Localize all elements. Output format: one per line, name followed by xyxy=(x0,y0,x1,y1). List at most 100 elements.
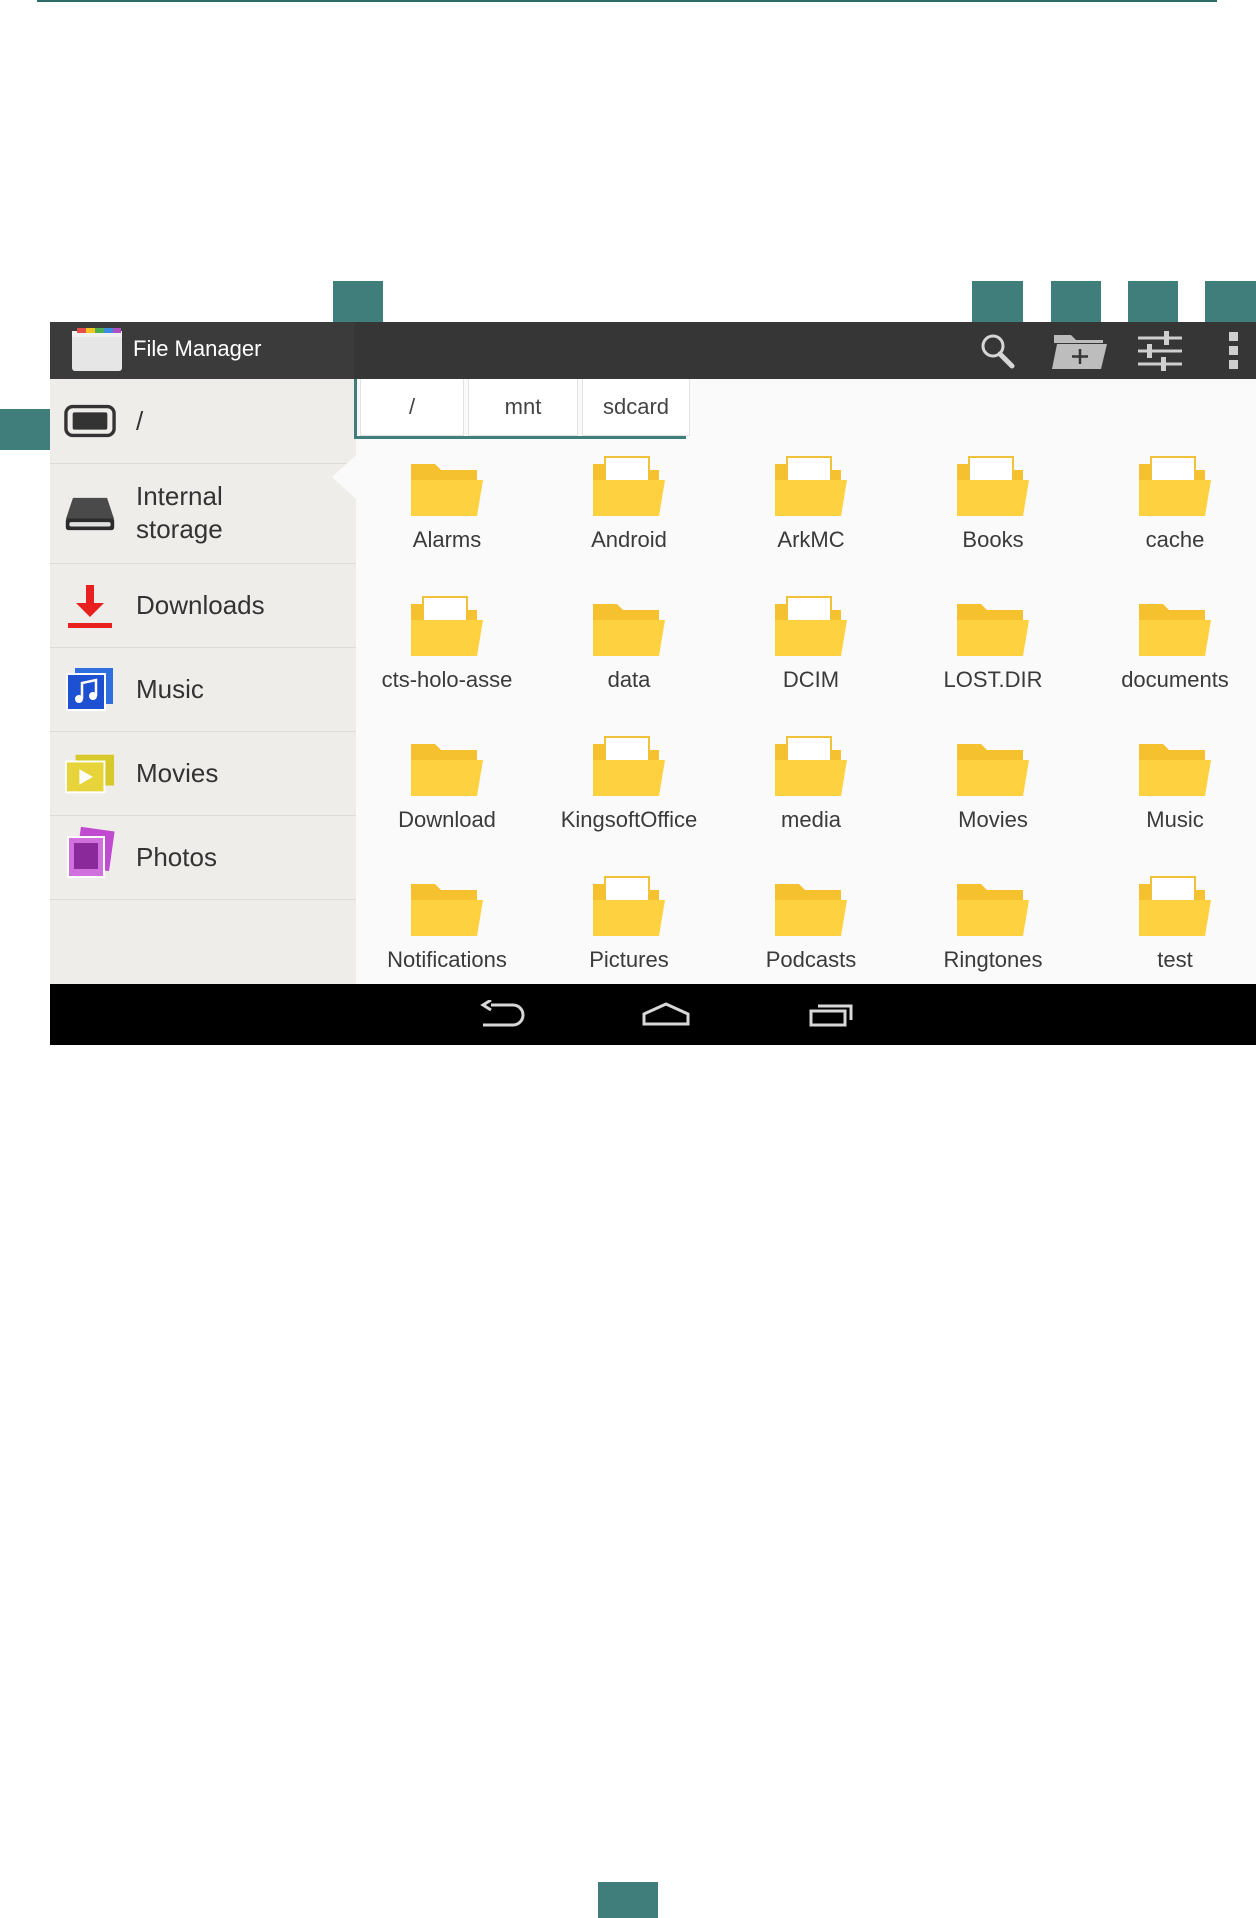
tablet-screen: File Manager / Internal storage Download… xyxy=(50,322,1256,1045)
drawer-item-downloads[interactable]: Downloads xyxy=(50,564,356,648)
folder-name: Music xyxy=(1146,807,1204,832)
folder-name: Pictures xyxy=(589,947,669,972)
top-rule xyxy=(37,0,1217,2)
folder-icon xyxy=(957,456,1029,516)
folder-icon xyxy=(775,884,847,936)
folder-icon xyxy=(1139,744,1211,796)
folder-name: DCIM xyxy=(782,667,840,692)
breadcrumb: / mnt sdcard xyxy=(356,379,694,439)
folder-item[interactable]: Podcasts xyxy=(720,864,902,1004)
folder-name: data xyxy=(607,667,651,692)
folder-name: LOST.DIR xyxy=(943,667,1043,692)
search-icon xyxy=(981,334,1015,368)
callout-marker-new-folder xyxy=(1051,281,1101,322)
breadcrumb-root[interactable]: / xyxy=(360,379,464,436)
folder-item[interactable]: test xyxy=(1084,864,1256,1004)
folder-item[interactable]: Ringtones xyxy=(902,864,1084,1004)
drawer-item-label: Photos xyxy=(136,842,217,872)
navigation-drawer: / Internal storage Downloads Music Movie… xyxy=(50,379,356,984)
storage-drive-icon xyxy=(64,492,116,536)
folder-item[interactable]: Pictures xyxy=(538,864,720,1004)
folder-item[interactable]: LOST.DIR xyxy=(902,584,1084,724)
folder-item[interactable]: Movies xyxy=(902,724,1084,864)
folder-item[interactable]: Download xyxy=(356,724,538,864)
drawer-item-label: Movies xyxy=(136,758,219,788)
folder-item[interactable]: Notifications xyxy=(356,864,538,1004)
overflow-menu-button[interactable] xyxy=(1210,322,1256,379)
breadcrumb-sdcard[interactable]: sdcard xyxy=(582,379,690,436)
folder-item[interactable]: documents xyxy=(1084,584,1256,724)
drawer-item-internal-storage[interactable]: Internal storage xyxy=(50,464,356,564)
app-title-area[interactable]: File Manager xyxy=(50,322,354,379)
recents-button[interactable] xyxy=(801,998,861,1032)
folder-item[interactable]: cts-holo-asse xyxy=(356,584,538,724)
drawer-item-label: Downloads xyxy=(136,590,265,620)
settings-button[interactable] xyxy=(1125,322,1195,379)
home-icon xyxy=(642,1002,690,1026)
new-folder-button[interactable] xyxy=(1040,322,1120,379)
home-button[interactable] xyxy=(636,998,696,1032)
page-number-marker xyxy=(598,1882,658,1918)
folder-icon xyxy=(957,884,1029,936)
overflow-menu-icon xyxy=(1229,331,1238,369)
folder-icon xyxy=(775,456,847,516)
folder-name: Alarms xyxy=(412,527,482,552)
callout-marker-drawer xyxy=(0,409,50,450)
folder-icon xyxy=(411,744,483,796)
app-title: File Manager xyxy=(133,336,262,361)
folder-icon xyxy=(1139,456,1211,516)
folder-item[interactable]: KingsoftOffice xyxy=(538,724,720,864)
callout-marker-breadcrumb xyxy=(333,281,383,322)
folder-name: Notifications xyxy=(387,947,507,972)
folder-item[interactable]: media xyxy=(720,724,902,864)
settings-sliders-icon xyxy=(1138,330,1182,371)
folder-name: Android xyxy=(591,527,667,552)
folder-icon xyxy=(1139,876,1211,936)
folder-name: ArkMC xyxy=(777,527,845,552)
drawer-item-label: Internal storage xyxy=(136,481,223,544)
new-folder-icon xyxy=(1052,334,1107,369)
folder-icon xyxy=(1139,604,1211,656)
breadcrumb-mnt[interactable]: mnt xyxy=(468,379,578,436)
folder-name: Podcasts xyxy=(765,947,857,972)
folder-item[interactable]: cache xyxy=(1084,444,1256,584)
folder-item[interactable]: DCIM xyxy=(720,584,902,724)
folder-name: documents xyxy=(1121,667,1229,692)
drawer-item-movies[interactable]: Movies xyxy=(50,732,356,816)
folder-icon xyxy=(593,604,665,656)
folder-item[interactable]: data xyxy=(538,584,720,724)
folder-icon xyxy=(593,876,665,936)
drawer-item-root[interactable]: / xyxy=(50,379,356,464)
folder-icon xyxy=(957,744,1029,796)
folder-item[interactable]: ArkMC xyxy=(720,444,902,584)
folder-item[interactable]: Android xyxy=(538,444,720,584)
callout-marker-settings xyxy=(1128,281,1178,322)
drawer-selection-pointer xyxy=(332,455,356,499)
folder-item[interactable]: Alarms xyxy=(356,444,538,584)
folder-name: cache xyxy=(1145,527,1205,552)
file-manager-app-icon xyxy=(72,328,122,371)
callout-marker-search xyxy=(972,281,1023,322)
folder-item[interactable]: Music xyxy=(1084,724,1256,864)
folder-name: cts-holo-asse xyxy=(381,667,513,692)
photos-icon xyxy=(64,827,116,878)
folder-item[interactable]: Books xyxy=(902,444,1084,584)
search-button[interactable] xyxy=(962,322,1032,379)
drawer-item-photos[interactable]: Photos xyxy=(50,816,356,900)
folder-icon xyxy=(775,736,847,796)
callout-marker-overflow xyxy=(1205,281,1256,322)
folder-icon xyxy=(593,736,665,796)
music-icon xyxy=(64,667,116,711)
folder-name: KingsoftOffice xyxy=(560,807,698,832)
root-device-icon xyxy=(64,399,116,443)
back-button[interactable] xyxy=(473,998,533,1032)
action-bar: File Manager xyxy=(50,322,1256,379)
folder-name: Download xyxy=(398,807,496,832)
file-browser: / mnt sdcard Alarms Android ArkMC Books cach… xyxy=(354,379,1256,984)
folder-name: test xyxy=(1157,947,1193,972)
drawer-item-music[interactable]: Music xyxy=(50,648,356,732)
folder-name: Books xyxy=(962,527,1024,552)
recents-icon xyxy=(809,1004,853,1027)
system-navigation-bar xyxy=(50,984,1256,1045)
folder-icon xyxy=(593,456,665,516)
